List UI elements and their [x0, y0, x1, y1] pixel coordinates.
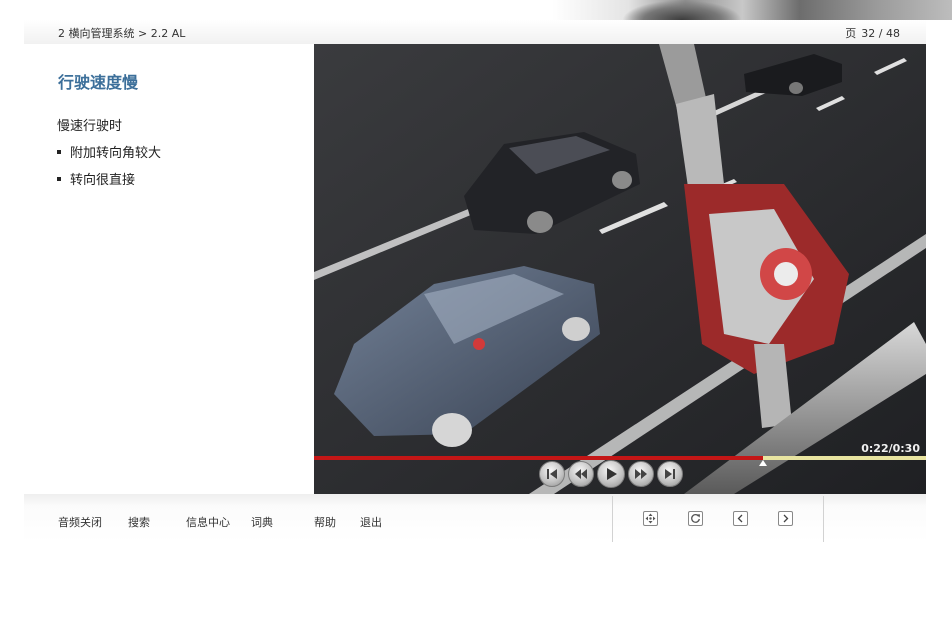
- bullet-dot: [57, 176, 61, 181]
- page-counter: 页 32 / 48: [845, 25, 900, 41]
- video-player[interactable]: 0:22/0:30: [314, 44, 926, 494]
- audio-off-link[interactable]: 音频关闭: [58, 514, 102, 530]
- refresh-icon: [691, 514, 700, 523]
- play-button[interactable]: [597, 460, 625, 488]
- player-controls: [539, 460, 683, 489]
- subheading: 慢速行驶时: [57, 119, 123, 134]
- next-icon: [783, 514, 789, 523]
- breadcrumb: 2 横向管理系统 > 2.2 AL: [58, 27, 186, 40]
- bullet-text: 附加转向角较大: [70, 146, 162, 161]
- skip-end-button[interactable]: [657, 461, 683, 487]
- refresh-button[interactable]: [688, 511, 703, 526]
- help-link[interactable]: 帮助: [314, 514, 336, 530]
- skip-start-button[interactable]: [539, 461, 565, 487]
- header-bar: 2 横向管理系统 > 2.2 AL 页 32 / 48: [24, 20, 926, 45]
- banner-car-image: [622, 0, 742, 20]
- bottom-toolbar: 音频关闭 搜索 信息中心 词典 帮助 退出: [24, 494, 926, 542]
- bullet-item: 附加转向角较大: [57, 142, 161, 161]
- bullet-item: 转向很直接: [57, 169, 135, 188]
- rewind-icon: [575, 469, 587, 479]
- fast-forward-icon: [635, 469, 647, 479]
- time-readout: 0:22/0:30: [861, 442, 920, 455]
- move-icon: [645, 513, 656, 524]
- bullet-dot: [57, 149, 61, 154]
- bullet-text: 转向很直接: [70, 173, 136, 188]
- dictionary-link[interactable]: 词典: [251, 514, 273, 530]
- skip-start-icon: [547, 469, 557, 479]
- text-panel: 行驶速度慢 慢速行驶时 附加转向角较大 转向很直接: [24, 44, 314, 494]
- info-center-link[interactable]: 信息中心: [186, 514, 230, 530]
- progress-handle[interactable]: [758, 460, 767, 466]
- exit-link[interactable]: 退出: [360, 514, 382, 530]
- move-button[interactable]: [643, 511, 658, 526]
- search-link[interactable]: 搜索: [128, 514, 150, 530]
- page-label: 页: [845, 27, 857, 40]
- fast-forward-button[interactable]: [628, 461, 654, 487]
- previous-icon: [737, 514, 743, 523]
- top-banner: [0, 0, 952, 20]
- toolbar-divider: [823, 496, 824, 542]
- progress-fill: [314, 456, 763, 460]
- progress-bar[interactable]: [314, 456, 926, 466]
- next-button[interactable]: [778, 511, 793, 526]
- skip-end-icon: [665, 469, 675, 479]
- previous-button[interactable]: [733, 511, 748, 526]
- slide-title: 行驶速度慢: [58, 73, 139, 92]
- play-icon: [607, 468, 617, 480]
- video-frame: [314, 44, 926, 494]
- rewind-button[interactable]: [568, 461, 594, 487]
- page-number: 32 / 48: [861, 27, 900, 40]
- toolbar-divider: [612, 496, 613, 542]
